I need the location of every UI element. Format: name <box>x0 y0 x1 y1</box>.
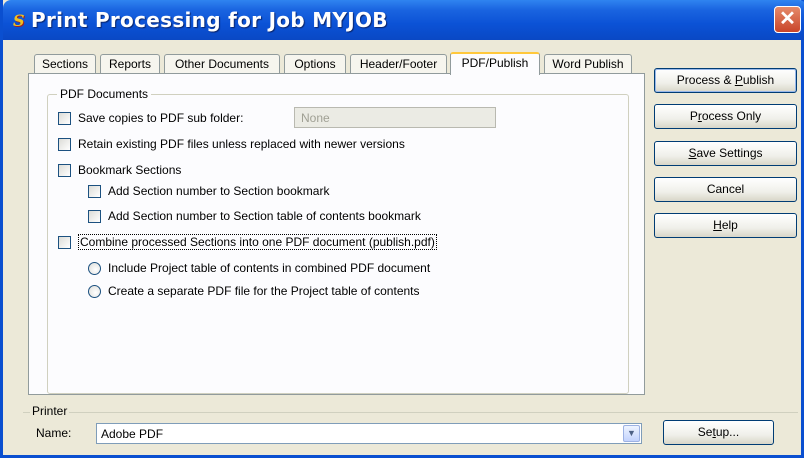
separate-toc-label: Create a separate PDF file for the Proje… <box>108 284 420 298</box>
save-copies-label: Save copies to PDF sub folder: <box>78 111 244 125</box>
printer-name-label: Name: <box>36 426 72 440</box>
bookmark-sections-option[interactable]: Bookmark Sections <box>58 162 181 178</box>
close-button[interactable]: ✕ <box>774 6 801 33</box>
printer-selected-value: Adobe PDF <box>101 427 164 441</box>
bookmark-sections-checkbox[interactable] <box>58 163 71 177</box>
tab-options[interactable]: Options <box>284 54 346 74</box>
setup-button[interactable]: Setup... <box>663 420 774 445</box>
tab-reports[interactable]: Reports <box>100 54 160 74</box>
combine-sections-label: Combine processed Sections into one PDF … <box>78 234 437 250</box>
process-only-button[interactable]: Process Only <box>654 104 797 129</box>
printer-select[interactable]: Adobe PDF ▼ <box>96 423 642 444</box>
process-publish-label-pre: Process & <box>676 73 735 87</box>
process-only-label-post: ocess Only <box>701 109 762 123</box>
tab-pdf-publish[interactable]: PDF/Publish <box>450 52 540 75</box>
help-label: elp <box>721 218 738 232</box>
include-toc-option[interactable]: Include Project table of contents in com… <box>88 260 430 276</box>
tab-header-footer[interactable]: Header/Footer <box>350 54 447 74</box>
tab-other-documents[interactable]: Other Documents <box>164 54 280 74</box>
pdf-subfolder-field: None <box>294 107 496 128</box>
title-bar[interactable]: S Print Processing for Job MYJOB ✕ <box>3 0 804 40</box>
separate-toc-radio[interactable] <box>88 284 101 298</box>
save-settings-label: ave Settings <box>696 146 763 160</box>
save-copies-option[interactable]: Save copies to PDF sub folder: <box>58 110 243 126</box>
separate-toc-option[interactable]: Create a separate PDF file for the Proje… <box>88 283 420 299</box>
save-copies-checkbox[interactable] <box>58 111 71 125</box>
tab-sections[interactable]: Sections <box>34 54 96 74</box>
retain-files-label: Retain existing PDF files unless replace… <box>78 137 405 151</box>
process-publish-mnemonic: P <box>734 73 743 87</box>
setup-label-post: up... <box>715 425 740 439</box>
pdf-documents-group-label: PDF Documents <box>57 87 152 101</box>
toc-number-label: Add Section number to Section table of c… <box>108 209 421 223</box>
process-only-label-pre: P <box>689 109 698 123</box>
help-button[interactable]: Help <box>654 213 797 238</box>
setup-label-pre: Se <box>697 425 713 439</box>
bookmark-number-label: Add Section number to Section bookmark <box>108 184 330 198</box>
process-publish-label-post: ublish <box>742 73 775 87</box>
combine-sections-option[interactable]: Combine processed Sections into one PDF … <box>58 234 437 250</box>
retain-files-option[interactable]: Retain existing PDF files unless replace… <box>58 136 405 152</box>
combine-sections-checkbox[interactable] <box>58 235 71 249</box>
printer-group-label: Printer <box>30 404 70 418</box>
chevron-down-icon[interactable]: ▼ <box>623 425 640 442</box>
close-icon: ✕ <box>779 8 796 30</box>
bookmark-sections-label: Bookmark Sections <box>78 163 182 177</box>
save-settings-button[interactable]: Save Settings <box>654 141 797 166</box>
print-processing-dialog: S Print Processing for Job MYJOB ✕ Secti… <box>0 0 804 458</box>
cancel-button[interactable]: Cancel <box>654 177 797 202</box>
retain-files-checkbox[interactable] <box>58 137 71 151</box>
bookmark-number-option[interactable]: Add Section number to Section bookmark <box>88 183 329 199</box>
process-publish-button[interactable]: Process & Publish <box>654 68 797 93</box>
window-title: Print Processing for Job MYJOB <box>31 8 388 32</box>
toc-number-checkbox[interactable] <box>88 209 101 223</box>
help-mnemonic: H <box>713 218 722 232</box>
app-logo-icon: S <box>13 11 25 30</box>
include-toc-label: Include Project table of contents in com… <box>108 261 431 275</box>
toc-number-option[interactable]: Add Section number to Section table of c… <box>88 208 421 224</box>
include-toc-radio[interactable] <box>88 261 101 275</box>
bookmark-number-checkbox[interactable] <box>88 184 101 198</box>
tab-word-publish[interactable]: Word Publish <box>544 54 632 74</box>
